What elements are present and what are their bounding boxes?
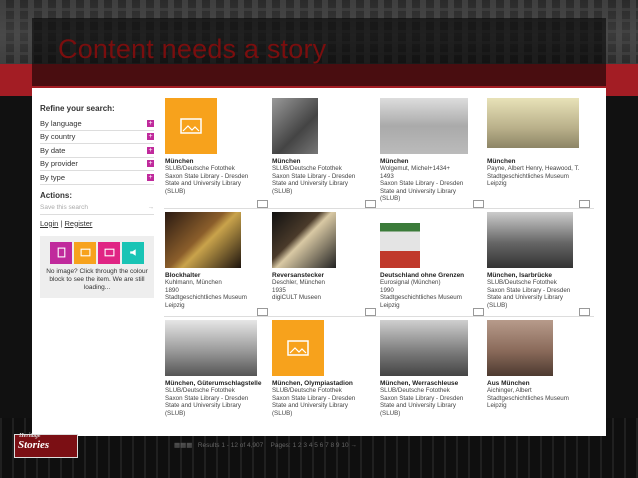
- result-card[interactable]: Reversanstecker Deschler, München 1935 dig…: [272, 212, 370, 302]
- facet-date[interactable]: By date +: [40, 144, 154, 158]
- register-link[interactable]: Register: [64, 219, 92, 228]
- envelope-icon[interactable]: [579, 200, 590, 208]
- result-card[interactable]: Blockhalter Kuhlmann, München 1890 Stadtge…: [165, 212, 263, 309]
- result-card[interactable]: München, Isarbrücke SLUB/Deutsche Fototh…: [487, 212, 585, 309]
- pages-label: Pages:: [270, 442, 291, 449]
- envelope-icon[interactable]: [257, 308, 268, 316]
- results-count: Results 1 - 12 of 4,907: [197, 442, 264, 449]
- sound-type-block[interactable]: [122, 241, 144, 264]
- plus-icon[interactable]: +: [147, 146, 154, 154]
- result-thumbnail[interactable]: [380, 212, 420, 268]
- result-card[interactable]: München, Olympiastadion SLUB/Deutsche Fo…: [272, 320, 370, 417]
- envelope-icon[interactable]: [473, 200, 484, 208]
- facet-type[interactable]: By type +: [40, 171, 154, 185]
- facet-country[interactable]: By country +: [40, 131, 154, 144]
- media-type-legend: No image? Click through the colour block…: [40, 235, 154, 298]
- image-type-block[interactable]: [74, 241, 96, 264]
- result-card[interactable]: München Wolgemut, Michel+1434+ 1493 Saxon …: [380, 98, 478, 203]
- speaker-icon: [129, 249, 136, 256]
- save-search-link[interactable]: Save this search →: [40, 204, 154, 215]
- sidebar: Refine your search: By language + By coun…: [40, 104, 154, 298]
- result-thumbnail[interactable]: [165, 212, 241, 268]
- pagination: ▦▦▦ Results 1 - 12 of 4,907 Pages: 1 2 3…: [174, 441, 357, 449]
- result-thumbnail[interactable]: [272, 98, 318, 154]
- page-links[interactable]: 1 2 3 4 5 6 7 8 9 10: [293, 442, 349, 449]
- result-card[interactable]: Aus München Aichinger, Albert Stadtgeschi…: [487, 320, 585, 410]
- result-thumbnail[interactable]: [487, 212, 573, 268]
- result-card[interactable]: Deutschland ohne Grenzen Eurosignal (Mün…: [380, 212, 478, 309]
- result-thumbnail[interactable]: [272, 212, 336, 268]
- plus-icon[interactable]: +: [147, 160, 154, 168]
- envelope-icon[interactable]: [257, 200, 268, 208]
- login-link[interactable]: Login: [40, 219, 58, 228]
- row-divider: [164, 208, 594, 209]
- video-type-block[interactable]: [98, 241, 120, 264]
- plus-icon[interactable]: +: [147, 173, 154, 181]
- text-type-block[interactable]: [50, 241, 72, 264]
- facet-language[interactable]: By language +: [40, 117, 154, 131]
- result-thumbnail[interactable]: [165, 98, 217, 154]
- envelope-icon[interactable]: [365, 308, 376, 316]
- facet-provider[interactable]: By provider +: [40, 158, 154, 171]
- result-thumbnail[interactable]: [272, 320, 324, 376]
- result-card[interactable]: München SLUB/Deutsche Fotothek Saxon Stat…: [272, 98, 370, 195]
- arrow-right-icon: →: [147, 203, 155, 211]
- result-card[interactable]: München Payne, Albert Henry, Heawood, T.…: [487, 98, 585, 188]
- result-thumbnail[interactable]: [380, 98, 468, 154]
- row-divider: [164, 316, 594, 317]
- auth-links: Login | Register: [40, 218, 93, 228]
- plus-icon[interactable]: +: [147, 133, 154, 141]
- stories-logo: Heritage Stories: [14, 433, 78, 458]
- result-card[interactable]: München, Güterumschlagstelle SLUB/Deutsc…: [165, 320, 263, 417]
- image-icon: [180, 118, 202, 134]
- document-icon: [57, 247, 65, 258]
- slide-title: Content needs a story: [58, 34, 327, 64]
- plus-icon[interactable]: +: [147, 119, 154, 127]
- result-thumbnail[interactable]: [487, 320, 553, 376]
- legend-text: No image? Click through the colour block…: [46, 267, 148, 291]
- envelope-icon[interactable]: [579, 308, 590, 316]
- result-thumbnail[interactable]: [380, 320, 468, 376]
- result-card[interactable]: München SLUB/Deutsche Fotothek Saxon Stat…: [165, 98, 263, 195]
- next-arrow-icon[interactable]: →: [350, 442, 357, 449]
- envelope-icon[interactable]: [365, 200, 376, 208]
- video-icon: [104, 248, 114, 257]
- result-thumbnail[interactable]: [487, 98, 579, 148]
- image-icon: [80, 248, 90, 257]
- actions-heading: Actions:: [40, 190, 72, 200]
- envelope-icon[interactable]: [473, 308, 484, 316]
- image-icon: [287, 340, 309, 356]
- result-thumbnail[interactable]: [165, 320, 257, 376]
- result-card[interactable]: München, Werraschleuse SLUB/Deutsche Fot…: [380, 320, 478, 417]
- grid-view-icon[interactable]: ▦▦▦: [174, 442, 192, 449]
- refine-heading: Refine your search:: [40, 104, 115, 113]
